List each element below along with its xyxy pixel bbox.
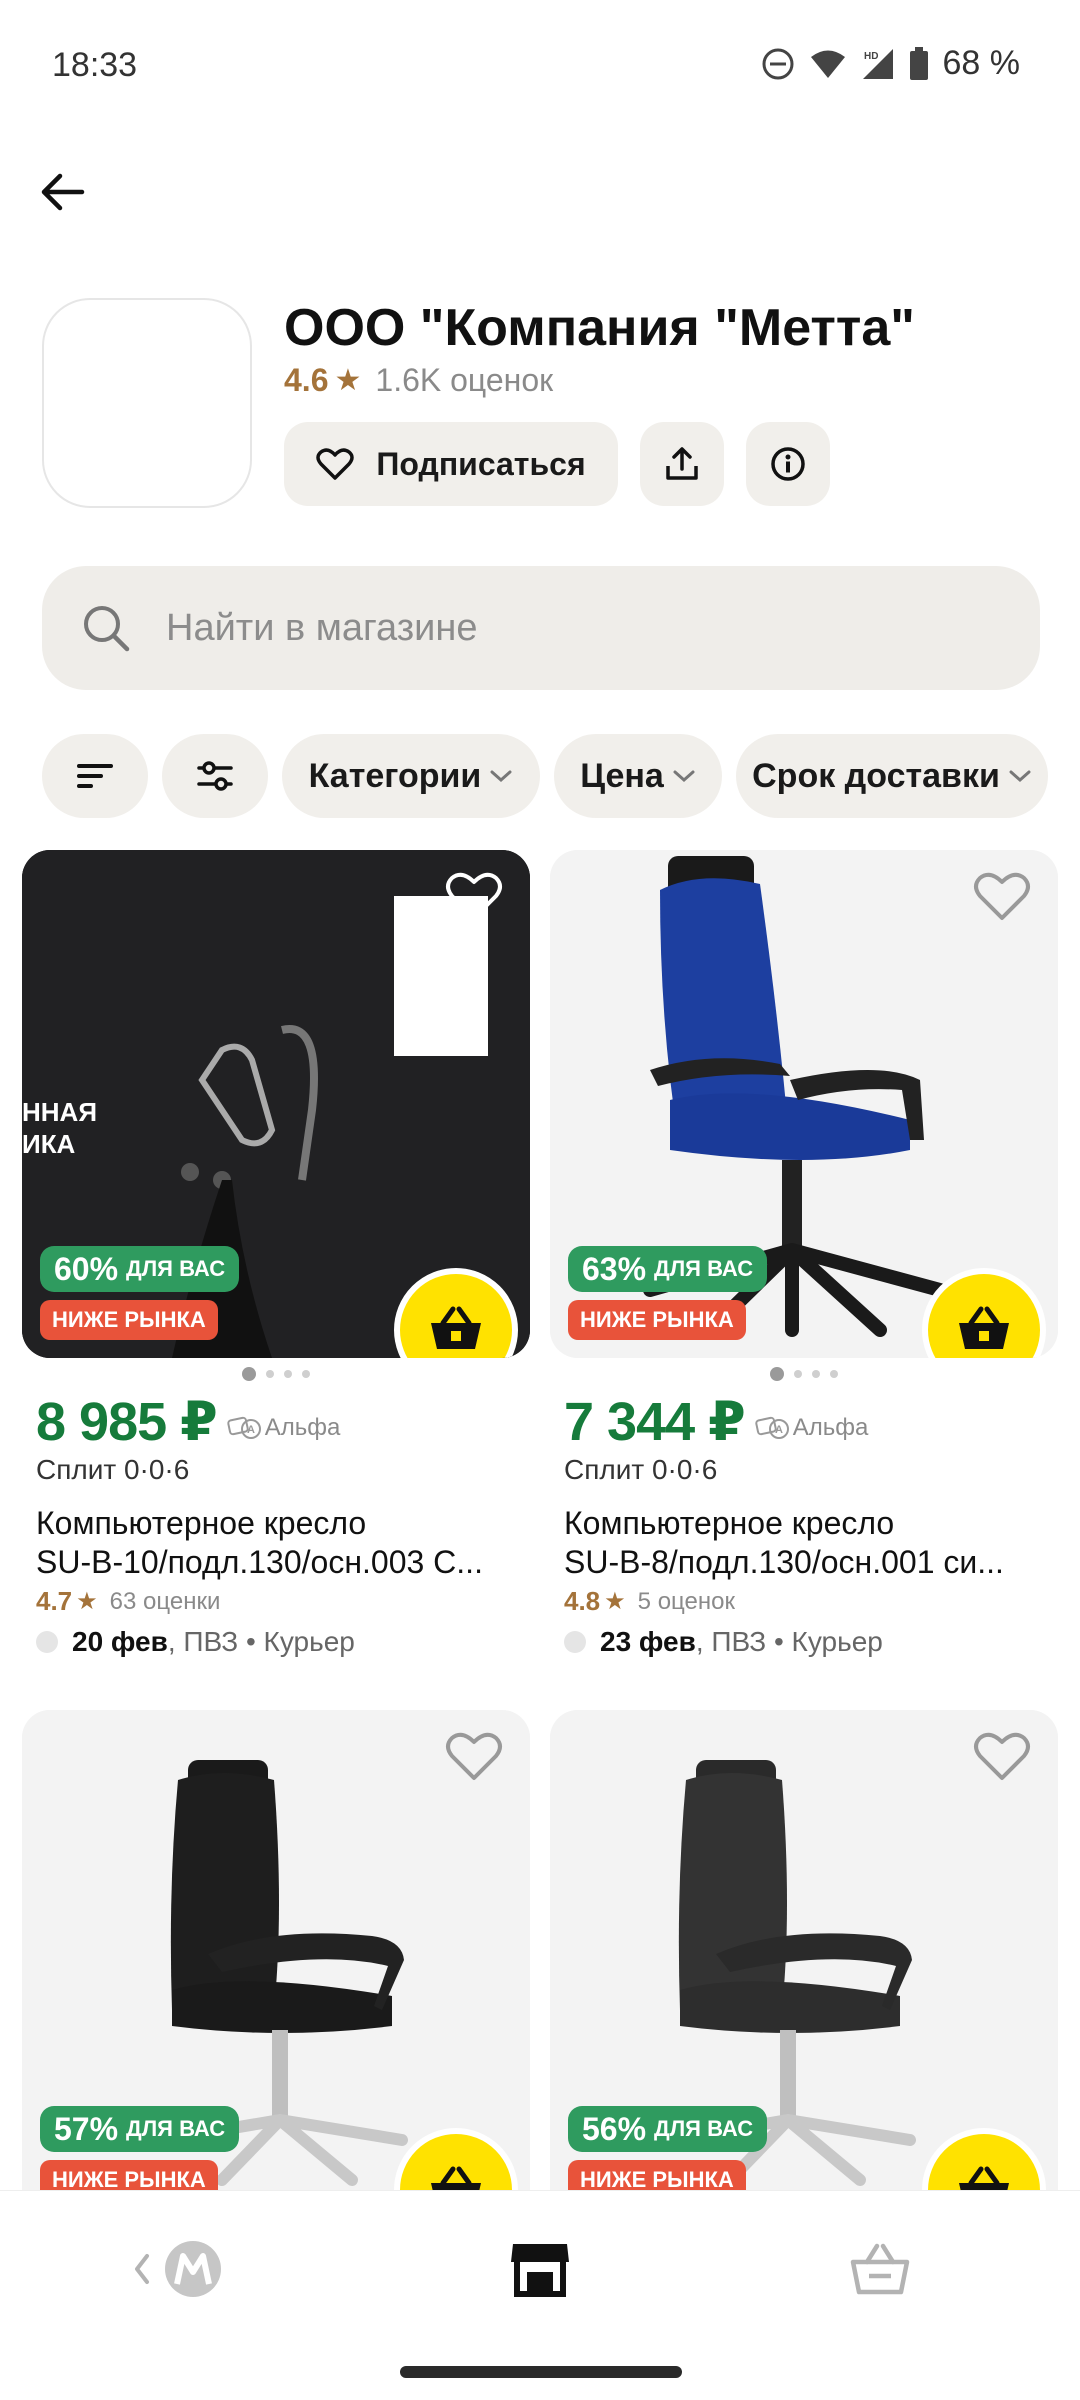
share-icon [666, 447, 698, 480]
bank-offer: A Альфа [227, 1414, 340, 1442]
product-rating: 4.8 ★ 5 оценок [564, 1586, 735, 1616]
card-icon: A [755, 1416, 789, 1439]
do-not-disturb-icon [762, 48, 793, 79]
price-row: 7 344 ₽ A Альфа [564, 1390, 868, 1453]
wifi-icon [810, 50, 845, 78]
status-icons: HD 68 % [761, 44, 1021, 83]
filter-categories-label: Категории [308, 756, 482, 795]
delivery-info: 20 фев, ПВЗ • Курьер [36, 1626, 355, 1658]
star-icon: ★ [334, 364, 362, 397]
product-image[interactable]: 57% ДЛЯ ВАС НИЖЕ РЫНКА [22, 1710, 530, 2218]
discount-badge: 57% ДЛЯ ВАС [40, 2106, 240, 2152]
filters-button[interactable] [162, 734, 268, 818]
shop-logo [42, 298, 252, 508]
search-placeholder: Найти в магазине [166, 606, 478, 649]
discount-badge: 60% ДЛЯ ВАС [40, 1246, 240, 1292]
delivery-info: 23 фев, ПВЗ • Курьер [564, 1626, 883, 1658]
market-logo-icon [135, 2241, 221, 2297]
store-icon [511, 2244, 569, 2297]
product-image-promo-text: ННАЯ ИКА [22, 1097, 98, 1159]
favorite-button[interactable] [970, 1724, 1034, 1788]
product-price: 8 985 ₽ [36, 1392, 218, 1452]
info-icon [771, 447, 805, 481]
cart-icon [850, 2243, 910, 2295]
favorite-button[interactable] [970, 864, 1034, 928]
svg-text:HD: HD [864, 51, 878, 62]
card-icon: A [227, 1416, 261, 1439]
filter-bar: Категории Цена Срок доставки [42, 734, 1048, 818]
favorite-button[interactable] [442, 1724, 506, 1788]
search-icon [78, 600, 134, 656]
shop-rating[interactable]: 4.6 ★ 1.6K оценок [284, 362, 553, 399]
chevron-down-icon [1009, 770, 1031, 783]
info-button[interactable] [746, 422, 830, 506]
filter-delivery-time[interactable]: Срок доставки [736, 734, 1048, 818]
image-pagination-dots [550, 1367, 1058, 1381]
filter-categories[interactable]: Категории [282, 734, 540, 818]
split-payment: Сплит 0·0·6 [564, 1454, 718, 1485]
delivery-status-dot [36, 1631, 58, 1653]
shop-name: ООО "Компания "Метта" [284, 299, 915, 357]
subscribe-button[interactable]: Подписаться [284, 422, 618, 506]
star-icon: ★ [76, 1588, 98, 1615]
subscribe-label: Подписаться [376, 445, 586, 482]
below-market-badge: НИЖЕ РЫНКА [568, 1300, 746, 1340]
product-image[interactable]: ННАЯ ИКА 60% ДЛЯ ВАС НИЖЕ РЫНКА [22, 850, 530, 1358]
heart-icon [446, 1732, 502, 1780]
chevron-down-icon [490, 770, 512, 783]
basket-icon [431, 1306, 481, 1349]
delivery-status-dot [564, 1631, 586, 1653]
star-icon: ★ [604, 1588, 626, 1615]
product-price: 7 344 ₽ [564, 1392, 746, 1452]
chevron-down-icon [673, 770, 695, 783]
bank-offer: A Альфа [755, 1414, 868, 1442]
shop-rating-count: 1.6K оценок [375, 362, 554, 398]
arrow-left-icon [41, 173, 85, 211]
nav-store[interactable] [480, 2227, 600, 2311]
home-indicator[interactable] [400, 2366, 682, 2378]
sort-button[interactable] [42, 734, 148, 818]
basket-icon [959, 1306, 1009, 1349]
status-bar: 18:33 HD 68 % [0, 0, 1080, 130]
shop-rating-value: 4.6 [284, 362, 329, 398]
back-button[interactable] [30, 160, 94, 224]
split-payment: Сплит 0·0·6 [36, 1454, 190, 1485]
heart-icon [446, 872, 502, 920]
product-title[interactable]: Компьютерное кресло SU-B-10/подл.130/осн… [36, 1504, 526, 1582]
nav-back-to-market[interactable] [120, 2227, 240, 2311]
product-image[interactable]: 63% ДЛЯ ВАС НИЖЕ РЫНКА [550, 850, 1058, 1358]
product-image[interactable]: 56% ДЛЯ ВАС НИЖЕ РЫНКА [550, 1710, 1058, 2218]
discount-badge: 63% ДЛЯ ВАС [568, 1246, 768, 1292]
product-title[interactable]: Компьютерное кресло SU-B-8/подл.130/осн.… [564, 1504, 1054, 1582]
battery-level: 68 % [942, 44, 1021, 82]
price-row: 8 985 ₽ A Альфа [36, 1390, 340, 1453]
below-market-badge: НИЖЕ РЫНКА [40, 1300, 218, 1340]
search-input[interactable]: Найти в магазине [42, 566, 1040, 690]
status-time: 18:33 [52, 46, 138, 84]
filter-price[interactable]: Цена [554, 734, 722, 818]
filter-price-label: Цена [580, 756, 664, 795]
product-rating: 4.7 ★ 63 оценки [36, 1586, 221, 1616]
sliders-icon [197, 761, 233, 791]
favorite-button[interactable] [442, 864, 506, 928]
shop-actions: Подписаться [284, 422, 830, 506]
share-button[interactable] [640, 422, 724, 506]
heart-icon [974, 872, 1030, 920]
discount-badge: 56% ДЛЯ ВАС [568, 2106, 768, 2152]
filter-delivery-label: Срок доставки [752, 756, 1000, 795]
svg-text:A: A [247, 1424, 255, 1436]
nav-cart[interactable] [820, 2227, 940, 2311]
svg-text:A: A [775, 1424, 783, 1436]
heart-icon [974, 1732, 1030, 1780]
heart-icon [316, 448, 355, 480]
sort-icon [77, 764, 113, 788]
image-pagination-dots [22, 1367, 530, 1381]
battery-icon [909, 46, 928, 80]
signal-icon: HD [862, 48, 893, 79]
